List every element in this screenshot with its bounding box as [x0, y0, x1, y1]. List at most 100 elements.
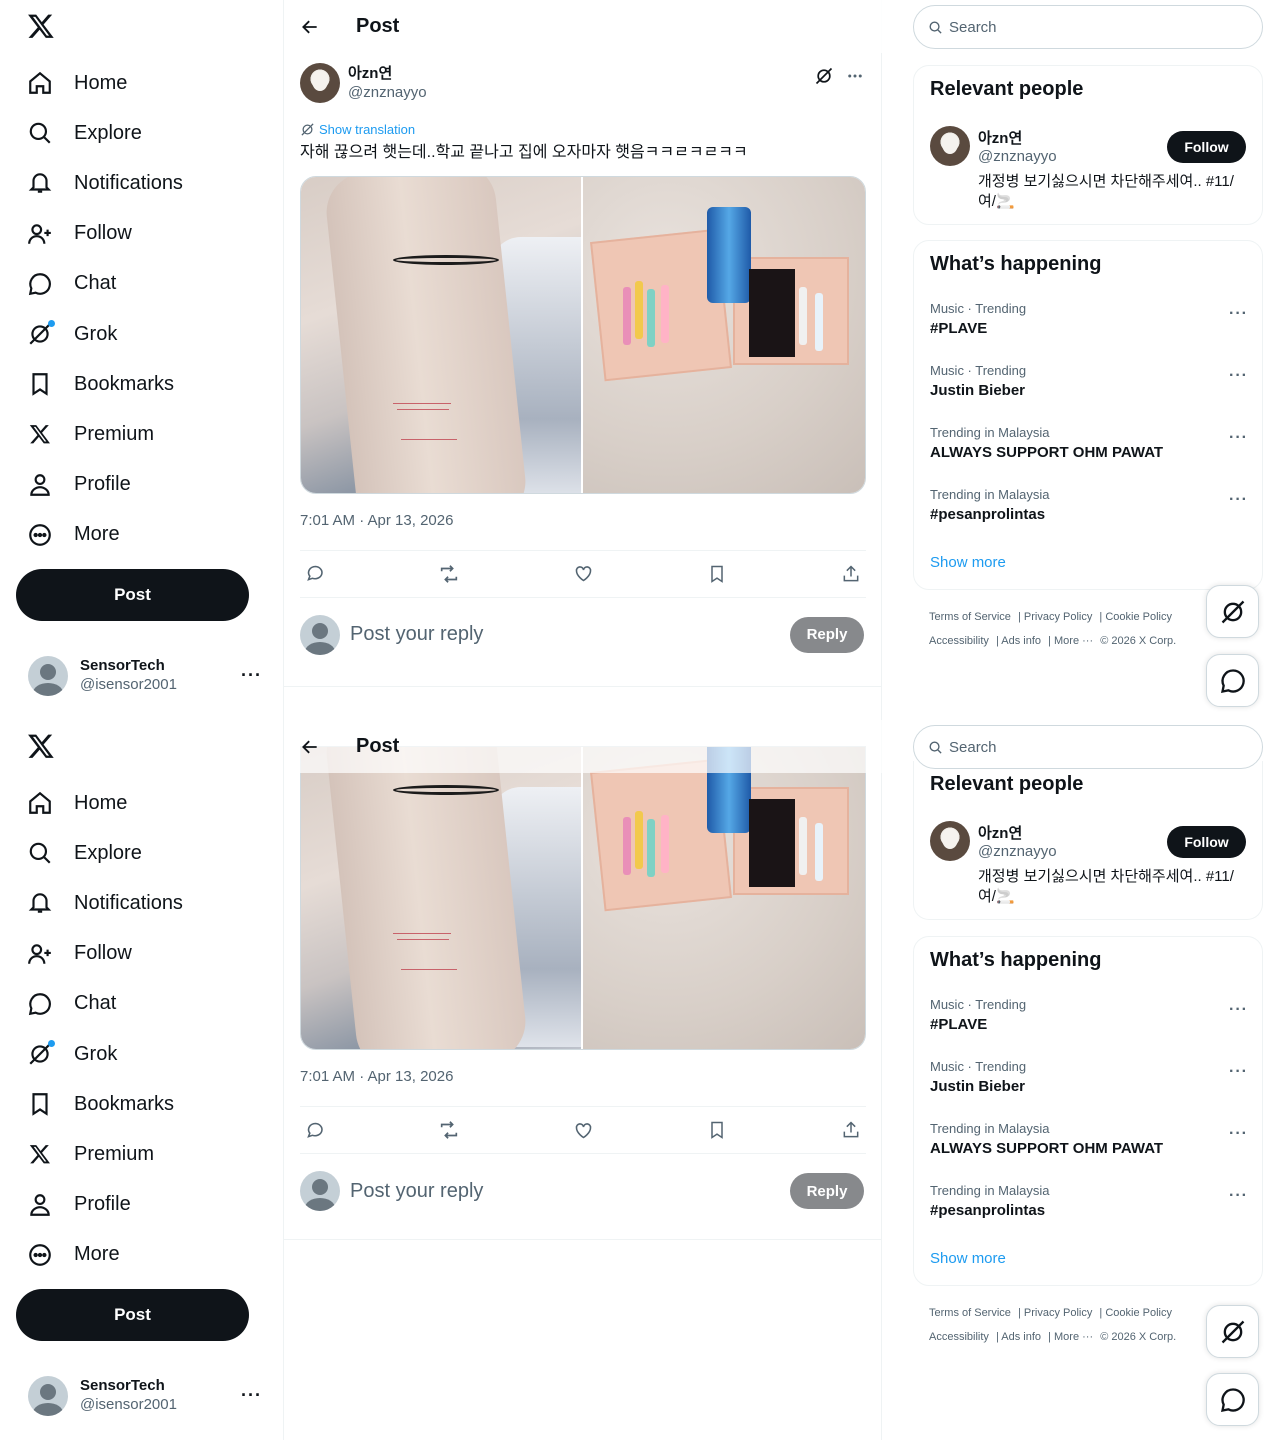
post-button[interactable]: Post [16, 1289, 249, 1341]
tweet-timestamp[interactable]: 7:01 AM · Apr 13, 2026 [300, 512, 866, 532]
reply-input[interactable]: Post your reply [350, 1180, 483, 1203]
more-icon[interactable]: ··· [1229, 429, 1248, 447]
chat-floating-button[interactable] [1206, 654, 1259, 707]
tweet-media[interactable] [300, 175, 866, 494]
show-translation-link[interactable]: Show translation [300, 122, 866, 137]
nav-explore[interactable]: Explore [26, 108, 183, 158]
show-more-link[interactable]: Show more [930, 554, 1006, 571]
nav-notifications[interactable]: Notifications [26, 878, 183, 928]
footer-link[interactable]: Ads info [1001, 1331, 1041, 1343]
bookmark-icon[interactable] [706, 563, 728, 585]
footer-link[interactable]: Ads info [1001, 635, 1041, 647]
like-icon[interactable] [572, 563, 594, 585]
relevant-person-name[interactable]: 아zn연 [978, 822, 1022, 843]
footer-link[interactable]: Accessibility [929, 1331, 989, 1343]
tweet-timestamp[interactable]: 7:01 AM · Apr 13, 2026 [300, 1068, 866, 1088]
back-arrow-icon[interactable] [290, 7, 330, 47]
avatar[interactable] [930, 821, 970, 861]
more-icon[interactable]: ··· [1229, 491, 1248, 509]
like-icon[interactable] [572, 1119, 594, 1141]
nav-grok[interactable]: Grok [26, 1029, 183, 1079]
more-icon[interactable]: ··· [241, 665, 262, 686]
more-icon[interactable]: ··· [1229, 1125, 1248, 1143]
trend-item[interactable]: Trending in Malaysia ALWAYS SUPPORT OHM … [930, 425, 1248, 475]
tweet-author-name[interactable]: 아zn연 [348, 64, 427, 84]
show-more-link[interactable]: Show more [930, 1250, 1006, 1267]
footer-link[interactable]: Privacy Policy [1024, 611, 1092, 623]
avatar[interactable] [930, 126, 970, 166]
nav-notifications[interactable]: Notifications [26, 158, 183, 208]
nav-follow[interactable]: Follow [26, 929, 183, 979]
footer-link[interactable]: More ··· [1054, 1331, 1093, 1343]
nav-profile[interactable]: Profile [26, 460, 183, 510]
x-logo-icon[interactable] [26, 732, 58, 764]
account-switcher[interactable]: SensorTech @isensor2001 ··· [28, 1375, 268, 1417]
trend-item[interactable]: Trending in Malaysia #pesanprolintas ··· [930, 1183, 1248, 1233]
trend-item[interactable]: Trending in Malaysia ALWAYS SUPPORT OHM … [930, 1121, 1248, 1171]
media-image-arm[interactable] [301, 176, 583, 493]
account-switcher[interactable]: SensorTech @isensor2001 ··· [28, 655, 268, 697]
nav-chat[interactable]: Chat [26, 979, 183, 1029]
follow-button[interactable]: Follow [1167, 131, 1246, 163]
media-image-boxes[interactable] [583, 747, 865, 1049]
follow-button[interactable]: Follow [1167, 826, 1246, 858]
nav-more[interactable]: More [26, 1230, 183, 1280]
nav-profile[interactable]: Profile [26, 1180, 183, 1230]
tweet-author-handle[interactable]: @znznayyo [348, 83, 427, 103]
nav-premium[interactable]: Premium [26, 409, 183, 459]
footer-link[interactable]: Cookie Policy [1105, 1307, 1172, 1319]
more-icon[interactable]: ··· [1229, 1001, 1248, 1019]
footer-link[interactable]: Cookie Policy [1105, 611, 1172, 623]
share-icon[interactable] [840, 563, 862, 585]
nav-grok[interactable]: Grok [26, 309, 183, 359]
bookmark-icon[interactable] [706, 1119, 728, 1141]
nav-follow[interactable]: Follow [26, 209, 183, 259]
x-logo-icon[interactable] [26, 12, 58, 44]
more-icon[interactable]: ··· [1229, 367, 1248, 385]
avatar[interactable] [300, 63, 340, 103]
nav-home[interactable]: Home [26, 778, 183, 828]
relevant-person-name[interactable]: 아zn연 [978, 127, 1022, 148]
nav-explore[interactable]: Explore [26, 828, 183, 878]
back-arrow-icon[interactable] [290, 727, 330, 767]
tweet-media[interactable] [300, 746, 866, 1050]
relevant-person-handle[interactable]: @znznayyo [978, 843, 1057, 860]
search-input[interactable] [949, 738, 1229, 756]
nav-premium[interactable]: Premium [26, 1129, 183, 1179]
trend-item[interactable]: Music · Trending #PLAVE ··· [930, 997, 1248, 1047]
reply-button[interactable]: Reply [790, 1173, 864, 1209]
nav-more[interactable]: More [26, 510, 183, 560]
media-image-boxes[interactable] [583, 176, 865, 493]
reply-button[interactable]: Reply [790, 616, 864, 653]
post-button[interactable]: Post [16, 569, 249, 621]
footer-link[interactable]: More ··· [1054, 635, 1093, 647]
nav-chat[interactable]: Chat [26, 259, 183, 309]
chat-floating-button[interactable] [1206, 1373, 1259, 1426]
more-icon[interactable]: ··· [1229, 1187, 1248, 1205]
retweet-icon[interactable] [438, 563, 460, 585]
media-image-arm[interactable] [301, 747, 583, 1049]
relevant-person-handle[interactable]: @znznayyo [978, 148, 1057, 165]
share-icon[interactable] [840, 1119, 862, 1141]
grok-icon[interactable] [814, 66, 834, 91]
nav-bookmarks[interactable]: Bookmarks [26, 359, 183, 409]
trend-item[interactable]: Music · Trending Justin Bieber ··· [930, 363, 1248, 413]
more-icon[interactable]: ··· [1229, 305, 1248, 323]
trend-item[interactable]: Trending in Malaysia #pesanprolintas ··· [930, 487, 1248, 537]
more-icon[interactable]: ··· [1229, 1063, 1248, 1081]
footer-link[interactable]: Terms of Service [929, 611, 1011, 623]
reply-input[interactable]: Post your reply [350, 623, 483, 646]
footer-link[interactable]: Terms of Service [929, 1307, 1011, 1319]
grok-floating-button[interactable] [1206, 1305, 1259, 1358]
grok-floating-button[interactable] [1206, 585, 1259, 638]
search-input[interactable] [949, 18, 1229, 36]
more-icon[interactable] [846, 67, 864, 90]
trend-item[interactable]: Music · Trending #PLAVE ··· [930, 301, 1248, 351]
footer-link[interactable]: Accessibility [929, 635, 989, 647]
reply-icon[interactable] [304, 1119, 326, 1141]
nav-home[interactable]: Home [26, 58, 183, 108]
more-icon[interactable]: ··· [241, 1385, 262, 1406]
nav-bookmarks[interactable]: Bookmarks [26, 1079, 183, 1129]
trend-item[interactable]: Music · Trending Justin Bieber ··· [930, 1059, 1248, 1109]
search-bar[interactable] [913, 5, 1263, 49]
